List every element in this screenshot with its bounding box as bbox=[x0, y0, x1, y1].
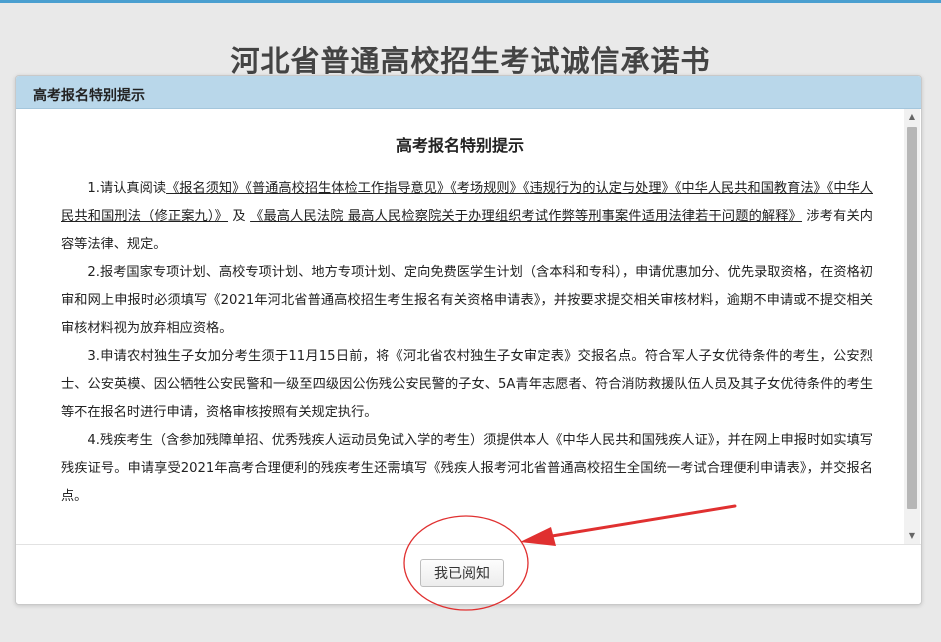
paragraph-text: 2.报考国家专项计划、高校专项计划、地方专项计划、定向免费医学生计划（含本科和专… bbox=[61, 265, 873, 336]
scroll-up-arrow-icon[interactable]: ▲ bbox=[904, 109, 920, 125]
content-title: 高考报名特别提示 bbox=[395, 136, 524, 155]
notice-paragraph: 3.申请农村独生子女加分考生须于11月15日前，将《河北省农村独生子女审定表》交… bbox=[61, 343, 873, 427]
paragraph-text: 3.申请农村独生子女加分考生须于11月15日前，将《河北省农村独生子女审定表》交… bbox=[61, 349, 873, 420]
document-link-text[interactable]: 《最高人民法院 最高人民检察院关于办理组织考试作弊等刑事案件适用法律若干问题的解… bbox=[250, 209, 802, 224]
notice-dialog: 高考报名特别提示 高考报名特别提示 1.请认真阅读《报名须知》《普通高校招生体检… bbox=[15, 75, 922, 605]
dialog-header: 高考报名特别提示 bbox=[16, 76, 921, 109]
paragraph-text: 及 bbox=[228, 209, 251, 224]
paragraph-text: 1.请认真阅读 bbox=[87, 181, 167, 196]
dialog-content[interactable]: 高考报名特别提示 1.请认真阅读《报名须知》《普通高校招生体检工作指导意见》《考… bbox=[16, 109, 904, 544]
dialog-header-title: 高考报名特别提示 bbox=[33, 88, 145, 104]
notice-paragraphs: 1.请认真阅读《报名须知》《普通高校招生体检工作指导意见》《考场规则》《违规行为… bbox=[61, 175, 873, 511]
scroll-thumb[interactable] bbox=[907, 127, 917, 509]
vertical-scrollbar[interactable]: ▲ ▼ bbox=[904, 109, 920, 544]
acknowledge-button[interactable]: 我已阅知 bbox=[420, 559, 504, 587]
notice-paragraph: 4.残疾考生（含参加残障单招、优秀残疾人运动员免试入学的考生）须提供本人《中华人… bbox=[61, 427, 873, 511]
top-accent-bar bbox=[0, 0, 941, 3]
scroll-down-arrow-icon[interactable]: ▼ bbox=[904, 528, 920, 544]
notice-paragraph: 1.请认真阅读《报名须知》《普通高校招生体检工作指导意见》《考场规则》《违规行为… bbox=[61, 175, 873, 259]
dialog-footer: 我已阅知 bbox=[16, 544, 921, 604]
notice-paragraph: 2.报考国家专项计划、高校专项计划、地方专项计划、定向免费医学生计划（含本科和专… bbox=[61, 259, 873, 343]
page-title: 河北省普通高校招生考试诚信承诺书 bbox=[230, 44, 711, 78]
paragraph-text: 4.残疾考生（含参加残障单招、优秀残疾人运动员免试入学的考生）须提供本人《中华人… bbox=[61, 433, 873, 504]
